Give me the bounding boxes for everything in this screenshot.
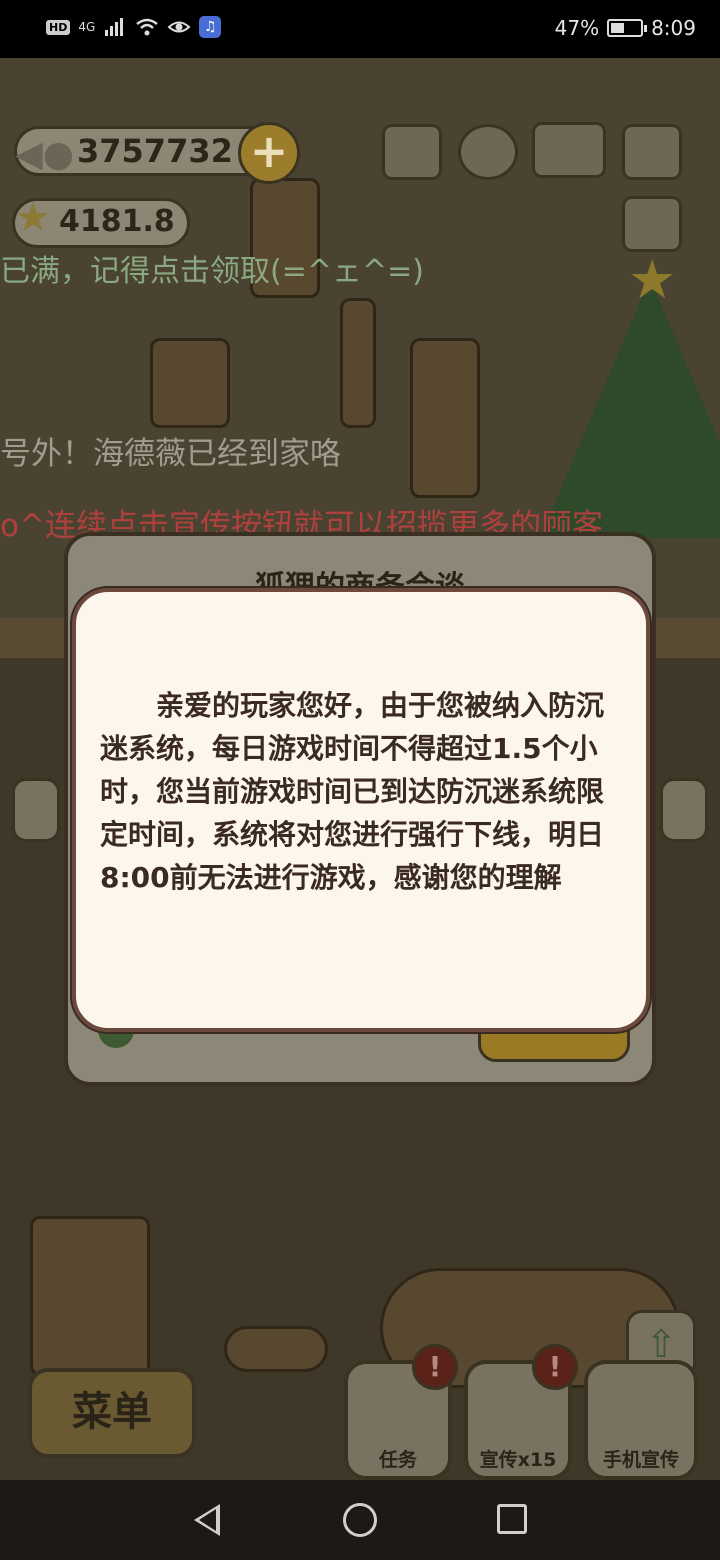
ticker-message-reward: 已满，记得点击领取(=^ェ^=): [0, 254, 424, 289]
home-icon[interactable]: [343, 1503, 377, 1537]
status-left: HD 4G ♫: [46, 16, 222, 38]
camera-icon[interactable]: [622, 124, 682, 180]
task-label: 任务: [378, 1449, 417, 1471]
fox-figure: [410, 338, 480, 498]
barrel: [30, 1216, 150, 1376]
wall-banner: [340, 298, 376, 428]
battery-icon: [607, 19, 648, 37]
arrow-right-icon[interactable]: [660, 778, 708, 842]
eye-icon: [167, 21, 191, 33]
tree-star-icon: ★: [628, 248, 677, 311]
music-app-icon: ♫: [199, 16, 222, 38]
battery-percent: 47%: [554, 16, 600, 40]
book-icon[interactable]: [532, 122, 606, 178]
navigation-bar: [0, 1480, 720, 1560]
alert-badge: !: [412, 1344, 458, 1390]
arrow-left-icon[interactable]: [12, 778, 60, 842]
hd-badge: HD: [46, 19, 71, 35]
ticker-message-arrival: 号外！海德薇已经到家咯: [0, 436, 341, 472]
network-label: 4G: [78, 20, 96, 34]
clock: 8:09: [651, 16, 696, 40]
xo-box: [150, 338, 230, 428]
star-icon: ★: [15, 195, 51, 241]
task-button[interactable]: ! 任务: [344, 1344, 458, 1480]
ranking-icon[interactable]: [382, 124, 442, 180]
notice-text: 亲爱的玩家您好，由于您被纳入防沉迷系统，每日游戏时间不得超过1.5个小时，您当前…: [100, 689, 605, 894]
anti-addiction-notice: 亲爱的玩家您好，由于您被纳入防沉迷系统，每日游戏时间不得超过1.5个小时，您当前…: [72, 588, 650, 1032]
alert-badge: !: [532, 1344, 578, 1390]
card-icon[interactable]: [622, 196, 682, 252]
phone-promote-label: 手机宣传: [602, 1449, 679, 1471]
christmas-tree: [540, 278, 720, 538]
add-currency-button[interactable]: +: [238, 122, 300, 184]
battery-fill: [611, 23, 625, 33]
signal-icon: [105, 18, 124, 36]
promote-label: 宣传x15: [479, 1449, 557, 1471]
status-bar: HD 4G ♫ 47% 8:09: [0, 0, 720, 58]
back-icon[interactable]: [194, 1504, 220, 1536]
status-right: 47% 8:09: [555, 16, 696, 40]
star-count: 4181.8: [59, 204, 175, 239]
menu-button[interactable]: 菜单: [28, 1368, 196, 1458]
wifi-icon: [136, 18, 159, 36]
phone-promote-button[interactable]: 手机宣传: [584, 1360, 698, 1480]
recent-apps-icon[interactable]: [497, 1504, 527, 1534]
fish-icon: ◀●: [15, 134, 75, 175]
promote-button[interactable]: ! 宣传x15: [464, 1344, 578, 1480]
settings-icon[interactable]: [458, 124, 518, 180]
pet-bowl: [224, 1326, 328, 1372]
star-counter: ★ 4181.8: [12, 195, 190, 248]
fish-count: 3757732: [77, 132, 233, 170]
